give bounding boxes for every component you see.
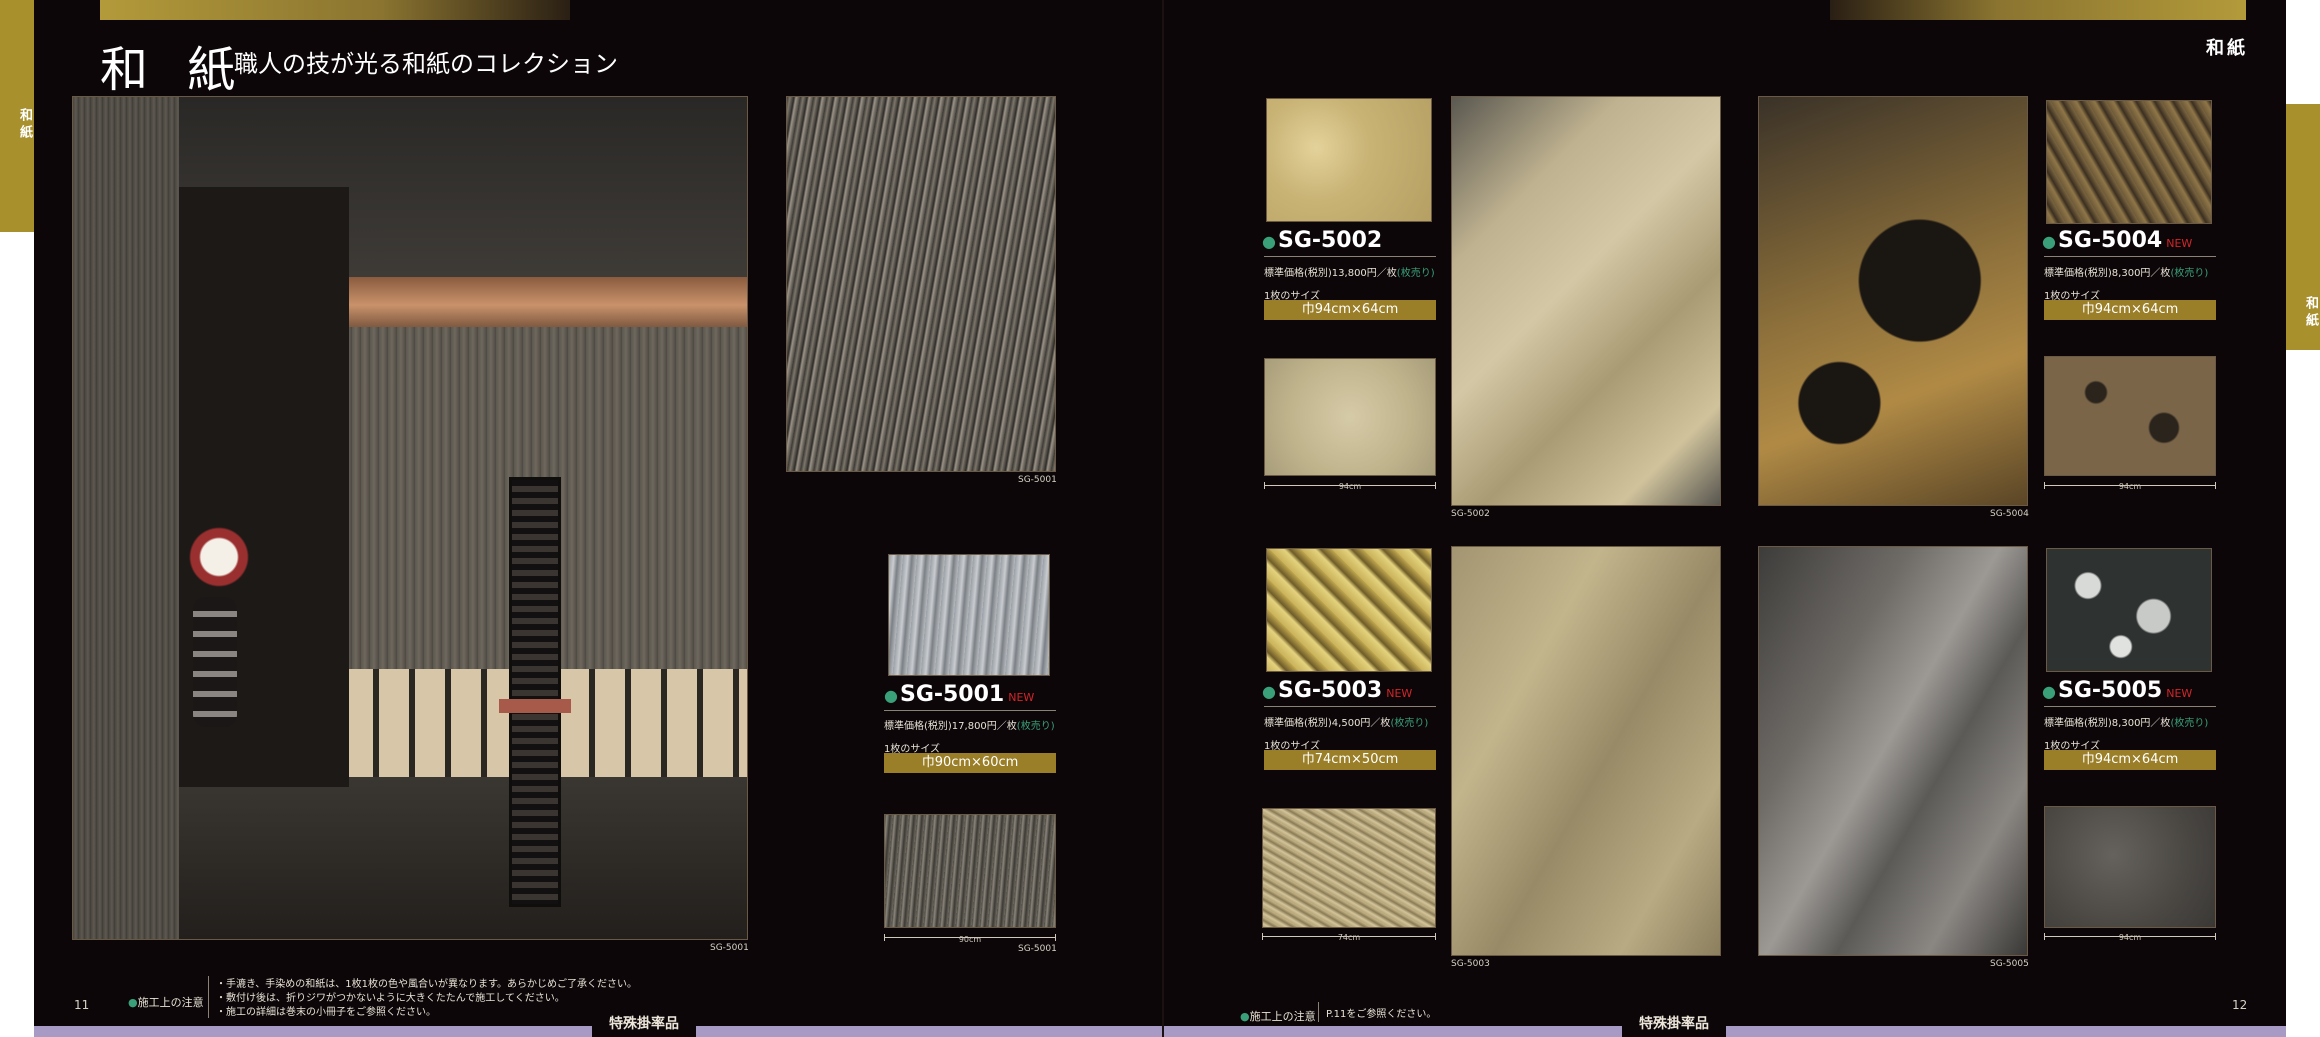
caution-separator-right: [1318, 1002, 1319, 1022]
price-sg-5005: 標準価格(税別)8,300円／枚(枚売り): [2044, 718, 2209, 729]
sg-5002-sheet-photo: [1451, 96, 1721, 506]
room-interior-photo: [72, 96, 748, 940]
price-sg-5002: 標準価格(税別)13,800円／枚(枚売り): [1264, 268, 1435, 279]
sg-5002-photo-caption: SG-5002: [1451, 509, 1490, 519]
product-code-sg-5001: ●SG-5001 NEW: [884, 682, 1035, 707]
divider: [2044, 706, 2216, 707]
sg-5005-photo-caption: SG-5005: [1990, 959, 2029, 969]
vase: [193, 597, 237, 727]
dimension-label: 90cm: [958, 935, 982, 944]
sg-5004-scale-swatch[interactable]: [2044, 356, 2216, 476]
dimension-label: 94cm: [1338, 482, 1362, 491]
caution-label-right: ●施工上の注意: [1240, 1010, 1316, 1023]
page-subtitle: 職人の技が光る和紙のコレクション: [234, 50, 618, 78]
high-back-chair: [509, 477, 561, 907]
caution-label-left: ●施工上の注意: [128, 996, 204, 1009]
product-code-sg-5003: ●SG-5003 NEW: [1262, 678, 1413, 703]
size-value-box: 巾94cm×64cm: [2044, 300, 2216, 320]
right-page-title: 和紙: [2206, 38, 2248, 59]
product-code-sg-5004: ●SG-5004 NEW: [2042, 228, 2193, 253]
sg-5001-closeup-photo: [786, 96, 1056, 472]
page-title: 和 紙: [100, 42, 248, 98]
gold-header-bar-right: [1830, 0, 2246, 20]
divider: [1264, 706, 1436, 707]
caution-note-right: P.11をご参照ください。: [1326, 1009, 1437, 1020]
sg-5004-swatch[interactable]: [2046, 100, 2212, 224]
price-sg-5001: 標準価格(税別)17,800円／枚(枚売り): [884, 721, 1055, 732]
sg-5002-swatch[interactable]: [1266, 98, 1432, 222]
size-value-box: 巾74cm×50cm: [1264, 750, 1436, 770]
new-badge: NEW: [2166, 237, 2193, 250]
closeup-photo-caption: SG-5001: [1018, 475, 1057, 485]
new-badge: NEW: [1008, 691, 1035, 704]
sg-5001-swatch[interactable]: [888, 554, 1050, 676]
sg-5003-sheet-photo: [1451, 546, 1721, 956]
side-tab-left[interactable]: 和紙: [0, 0, 34, 232]
price-sg-5003: 標準価格(税別)4,500円／枚(枚売り): [1264, 718, 1429, 729]
caution-note-1: ・手漉き、手染めの和紙は、1枚1枚の色や風合いが異なります。あらかじめご了承くだ…: [216, 979, 638, 990]
room-photo-caption: SG-5001: [710, 943, 749, 953]
sg-5003-swatch[interactable]: [1266, 548, 1432, 672]
scale-swatch-caption: SG-5001: [1018, 944, 1057, 954]
sg-5005-swatch[interactable]: [2046, 548, 2212, 672]
size-value-box: 巾94cm×64cm: [1264, 300, 1436, 320]
product-code-sg-5002: ●SG-5002: [1262, 228, 1383, 253]
sg-5003-photo-caption: SG-5003: [1451, 959, 1490, 969]
gold-header-bar-left: [100, 0, 570, 20]
footer-tag-left: 特殊掛率品: [592, 1012, 696, 1037]
page-gutter: [1162, 0, 1164, 1037]
dimension-label: 94cm: [2118, 933, 2142, 942]
dimension-label: 94cm: [2118, 482, 2142, 491]
sg-5005-scale-swatch[interactable]: [2044, 806, 2216, 928]
size-value-box: 巾94cm×64cm: [2044, 750, 2216, 770]
page-number-right: 12: [2232, 998, 2248, 1012]
sg-5004-photo-caption: SG-5004: [1990, 509, 2029, 519]
sg-5002-scale-swatch[interactable]: [1264, 358, 1436, 476]
price-sg-5004: 標準価格(税別)8,300円／枚(枚売り): [2044, 268, 2209, 279]
sg-5004-sheet-photo: [1758, 96, 2028, 506]
dimension-label: 74cm: [1337, 933, 1361, 942]
page-number-left: 11: [74, 998, 90, 1012]
new-badge: NEW: [1386, 687, 1413, 700]
caution-note-2: ・敷付け後は、折りジワがつかないように大きくたたんで施工してください。: [216, 993, 565, 1004]
divider: [1264, 256, 1436, 257]
side-tab-right[interactable]: 和紙: [2286, 104, 2320, 350]
divider: [2044, 256, 2216, 257]
sg-5003-scale-swatch[interactable]: [1262, 808, 1436, 928]
caution-separator-left: [208, 976, 209, 1018]
product-code-sg-5005: ●SG-5005 NEW: [2042, 678, 2193, 703]
size-value-box: 巾90cm×60cm: [884, 753, 1056, 773]
divider: [884, 710, 1056, 711]
new-badge: NEW: [2166, 687, 2193, 700]
sg-5005-sheet-photo: [1758, 546, 2028, 956]
sg-5001-scale-swatch[interactable]: [884, 814, 1056, 928]
caution-note-3: ・施工の詳細は巻末の小冊子をご参照ください。: [216, 1007, 436, 1018]
footer-tag-right: 特殊掛率品: [1622, 1012, 1726, 1037]
